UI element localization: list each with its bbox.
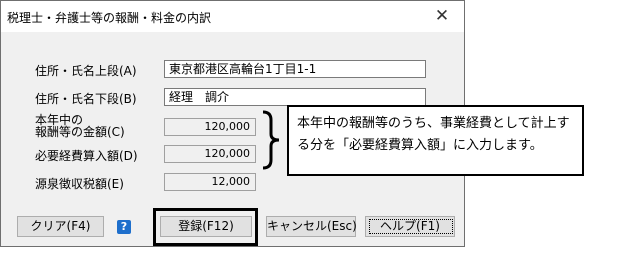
income-amount-field[interactable]: 120,000 — [164, 118, 256, 136]
expense-amount-field[interactable]: 120,000 — [164, 145, 256, 163]
address-lower-label: 住所・氏名下段(B) — [35, 92, 137, 106]
dialog-title: 税理士・弁護士等の報酬・料金の内訳 — [7, 11, 212, 25]
title-bar: 税理士・弁護士等の報酬・料金の内訳 ✕ — [1, 1, 464, 32]
address-lower-input[interactable]: 経理 調介 — [164, 88, 426, 106]
question-icon[interactable]: ? — [117, 220, 131, 234]
withholding-tax-label: 源泉徴収税額(E) — [35, 177, 124, 191]
address-upper-label: 住所・氏名上段(A) — [35, 64, 137, 78]
address-upper-input[interactable]: 東京都港区高輪台1丁目1-1 — [164, 60, 426, 78]
help-button[interactable]: ヘルプ(F1) — [365, 216, 455, 237]
withholding-tax-field[interactable]: 12,000 — [164, 173, 256, 191]
cancel-button[interactable]: キャンセル(Esc) — [266, 216, 357, 237]
close-icon[interactable]: ✕ — [420, 1, 464, 32]
clear-button[interactable]: クリア(F4) — [17, 216, 104, 237]
register-highlight-box — [153, 208, 258, 246]
callout-note: 本年中の報酬等のうち、事業経費として計上する分を「必要経費算入額」に入力します。 — [287, 105, 584, 176]
curly-brace-icon — [262, 110, 280, 170]
income-label-line2: 報酬等の金額(C) — [35, 125, 125, 139]
expense-label: 必要経費算入額(D) — [35, 149, 138, 163]
